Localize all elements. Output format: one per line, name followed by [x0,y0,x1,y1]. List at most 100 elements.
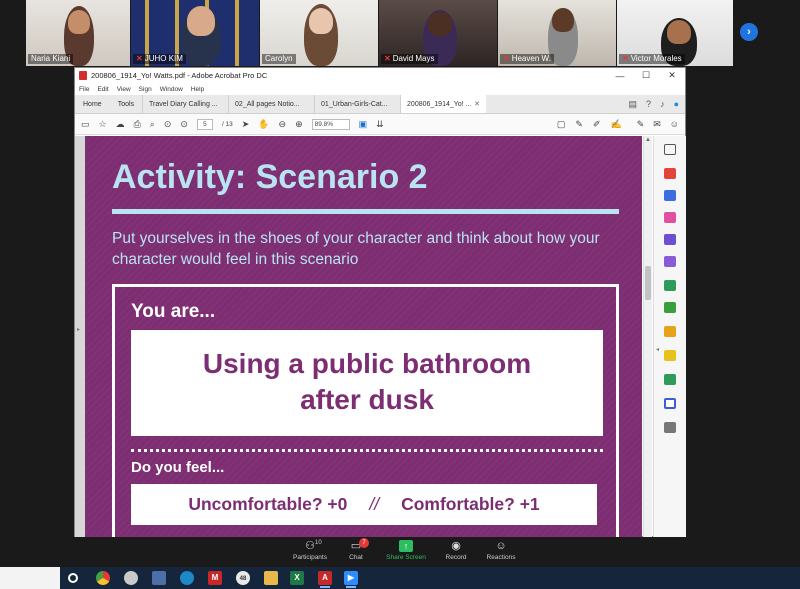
scenario-text: Using a public bathroom after dusk [131,346,603,418]
maximize-button[interactable]: ☐ [633,70,659,81]
scenario-line-1: Using a public bathroom [202,348,532,379]
chat-button[interactable]: ▭ 7 Chat [331,538,381,561]
share-screen-icon: ↑ [399,540,413,552]
collapse-right-panel-icon[interactable]: ◂ [656,346,659,353]
search-tools-icon[interactable] [664,144,676,155]
page-number-input[interactable]: 5 [196,118,213,130]
organize-pages-icon[interactable] [664,302,676,313]
page-down-icon[interactable]: ⊙ [180,119,188,130]
vertical-scrollbar[interactable]: ▲ [643,136,652,537]
participant-tile[interactable]: ✕ Heaven W. [498,0,616,66]
document-viewport[interactable]: ▸ Activity: Scenario 2 Put yourselves in… [75,136,642,537]
participant-tile[interactable]: ✕ JUHO KIM [131,0,259,66]
scroll-up-icon[interactable]: ▲ [645,137,651,143]
save-icon[interactable]: ▭ [81,119,90,130]
create-pdf-icon[interactable] [664,190,676,201]
more-tools-icon[interactable] [664,422,676,433]
sticky-note-icon[interactable] [664,350,676,361]
muted-mic-icon: ✕ [136,54,143,63]
bookmark-star-icon[interactable]: ☆ [99,119,107,130]
combine-files-icon[interactable] [664,280,676,291]
participant-name: ✕ JUHO KIM [133,54,186,64]
reactions-button[interactable]: ☺ Reactions [476,540,526,561]
mcafee-icon[interactable]: M [208,571,222,585]
scroll-thumb[interactable] [645,266,651,300]
cortana-circle-icon[interactable] [68,573,78,583]
zoom-app-icon[interactable]: ▶ [344,571,358,588]
menu-window[interactable]: Window [160,86,183,93]
edge-icon[interactable] [180,571,194,585]
menu-bar: File Edit View Sign Window Help [75,83,685,95]
draw-icon[interactable]: ✐ [593,119,601,130]
hand-tool-icon[interactable]: ✋ [258,119,269,130]
zoom-level-select[interactable]: 89.8% [311,118,350,130]
zoom-control-bar: ⚇ 10 Participants ▭ 7 Chat ↑ Share Scree… [0,537,800,567]
file-explorer-icon[interactable] [264,571,278,585]
chrome-icon[interactable] [96,571,110,585]
collapse-left-panel-icon[interactable]: ▸ [77,326,80,333]
select-cursor-icon[interactable]: ➤ [242,119,250,130]
protect-icon[interactable]: ✎ [637,119,645,130]
fill-sign-tool-icon[interactable] [664,234,676,245]
participant-tile[interactable]: ✕ Victor Morales [617,0,733,66]
participant-tile[interactable]: Naria Kiani [26,0,130,66]
add-comment-icon[interactable]: ▢ [557,119,566,130]
muted-mic-icon: ✕ [384,54,391,63]
scan-ocr-icon[interactable] [664,374,676,385]
fill-sign-icon[interactable]: ✍ [610,119,621,130]
menu-edit[interactable]: Edit [97,86,108,93]
document-tab[interactable]: 01_Urban-Girls-Cat... [314,95,400,113]
taskbar-search-box[interactable] [0,567,60,589]
print-icon[interactable]: ⎙ [134,119,141,130]
account-icon[interactable]: ● [674,99,679,109]
notification-bell-icon[interactable]: ♪ [660,99,665,109]
page-up-icon[interactable]: ⊙ [164,119,172,130]
app-48-icon[interactable]: 48 [236,571,250,585]
fit-page-icon[interactable]: ▣ [359,119,368,130]
document-tab-active[interactable]: 200806_1914_Yo! ... ✕ [400,95,487,113]
comment-icon[interactable]: ▤ [629,99,638,110]
tab-tools[interactable]: Tools [110,95,142,113]
participant-tile[interactable]: ✕ David Mays [379,0,497,66]
participant-count: 10 [315,540,322,546]
acrobat-icon[interactable]: A [318,571,332,588]
zoom-out-icon[interactable]: ⊖ [279,119,287,130]
you-are-label: You are... [131,301,216,322]
zoom-search-icon[interactable]: ⌕ [150,119,155,130]
menu-view[interactable]: View [117,86,131,93]
participant-tile[interactable]: Carolyn [260,0,378,66]
minimize-button[interactable]: — [607,71,633,81]
protect-shield-icon[interactable] [664,398,676,409]
app-icon[interactable] [124,571,138,585]
email-icon[interactable]: ✉ [653,119,661,130]
menu-file[interactable]: File [79,86,89,93]
close-tab-icon[interactable]: ✕ [474,100,480,108]
participants-button[interactable]: ⚇ 10 Participants [285,540,335,561]
calculator-icon[interactable] [152,571,166,585]
comment-tool-icon[interactable] [664,326,676,337]
menu-sign[interactable]: Sign [139,86,152,93]
tools-side-panel: ◂ [653,136,686,537]
upload-cloud-icon[interactable]: ☁ [116,119,125,130]
option-separator: // [369,494,380,514]
option-comfortable: Comfortable? +1 [401,494,540,514]
request-sign-icon[interactable] [664,256,676,267]
record-button[interactable]: ◉ Record [431,540,481,561]
tab-home[interactable]: Home [75,95,110,113]
share-user-icon[interactable]: ☺ [670,119,679,130]
menu-help[interactable]: Help [191,86,204,93]
export-pdf-icon[interactable] [664,168,676,179]
document-tab[interactable]: 02_All pages Notio... [228,95,314,113]
document-tab[interactable]: Travel Diary Calling ... [142,95,228,113]
slide-page: Activity: Scenario 2 Put yourselves in t… [85,136,642,537]
next-page-arrow-icon[interactable]: › [740,23,758,41]
close-window-button[interactable]: ✕ [659,70,685,81]
zoom-in-icon[interactable]: ⊕ [295,119,303,130]
help-icon[interactable]: ? [646,99,651,109]
edit-pdf-icon[interactable] [664,212,676,223]
highlight-pen-icon[interactable]: ✎ [575,119,583,130]
participant-name: ✕ Heaven W. [500,54,554,64]
scroll-mode-icon[interactable]: ⇊ [376,119,384,130]
excel-icon[interactable]: X [290,571,304,585]
share-screen-button[interactable]: ↑ Share Screen [381,540,431,561]
